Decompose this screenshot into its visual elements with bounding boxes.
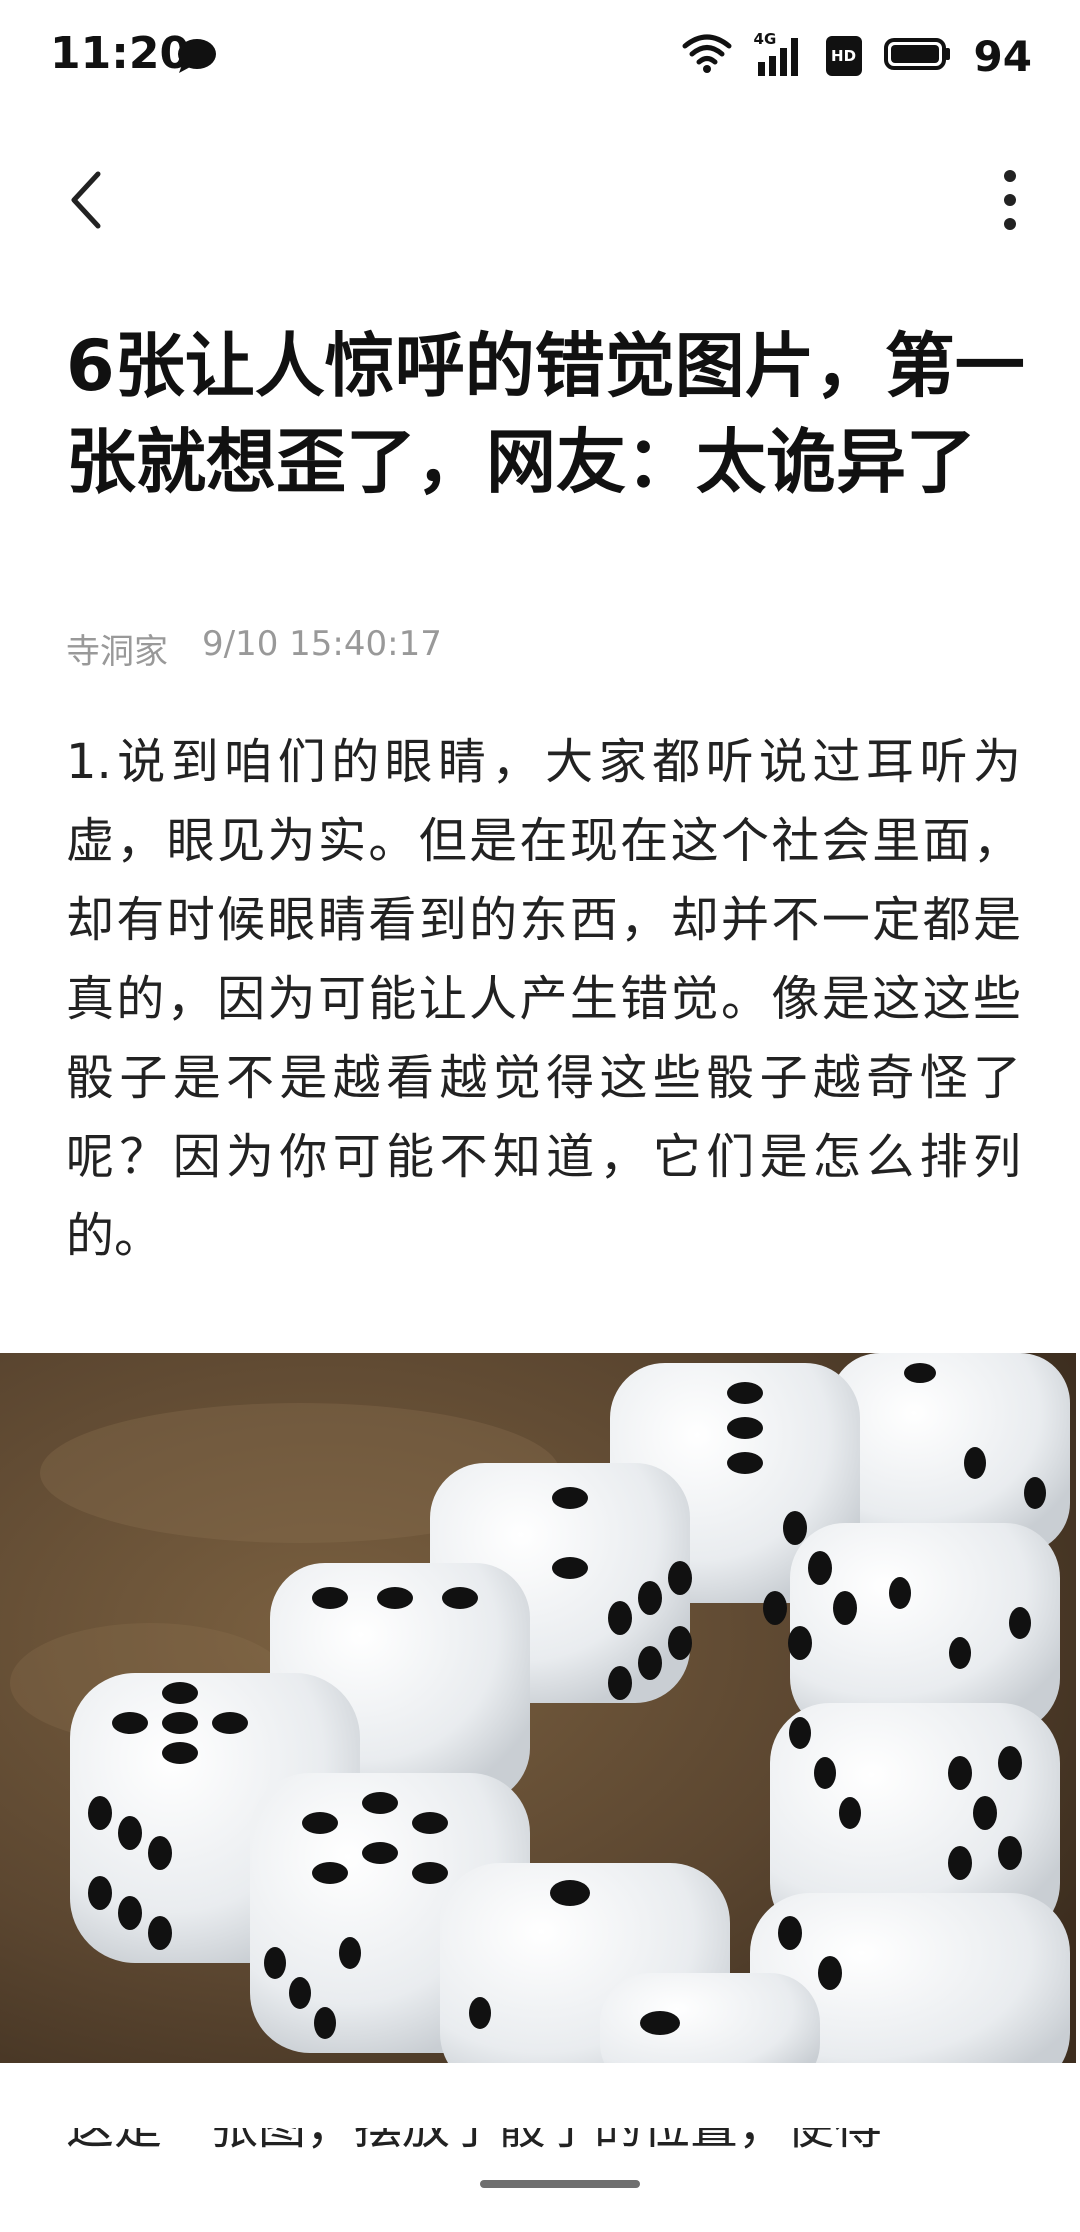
- next-paragraph-partial: 这是一张图，摆放了骰子的位置，使得: [66, 2128, 1021, 2158]
- chat-bubble-icon: [177, 38, 217, 78]
- article-author[interactable]: 寺洞家: [66, 624, 168, 673]
- more-button[interactable]: [970, 150, 1050, 250]
- signal-icon: 4G: [754, 30, 804, 78]
- wifi-icon: [682, 34, 732, 78]
- battery-icon: [883, 37, 952, 75]
- article-title: 6张让人惊呼的错觉图片，第一张就想歪了，网友：太诡异了: [66, 325, 1025, 503]
- article-meta: 寺洞家 9/10 15:40:17: [66, 624, 442, 673]
- next-paragraph-text: 这是一张图，摆放了骰子的位置，使得: [66, 2128, 882, 2155]
- dice-illusion-image[interactable]: [0, 1353, 1076, 2063]
- article-paragraph: 1.说到咱们的眼睛，大家都听说过耳听为虚，眼见为实。但是在现在这个社会里面，却有…: [66, 734, 1021, 1264]
- top-nav: [0, 140, 1080, 260]
- status-time: 11:20: [50, 28, 191, 79]
- article-datetime: 9/10 15:40:17: [202, 624, 442, 664]
- back-button[interactable]: [46, 150, 126, 250]
- battery-level: 94: [973, 31, 1032, 81]
- status-bar: 11:20 4G HD 94: [0, 0, 1080, 112]
- more-vertical-icon: [1004, 170, 1016, 230]
- chevron-left-icon: [71, 171, 101, 229]
- status-icons: 4G HD 94: [682, 28, 1032, 84]
- hd-icon: HD: [825, 36, 862, 76]
- home-indicator[interactable]: [480, 2180, 640, 2188]
